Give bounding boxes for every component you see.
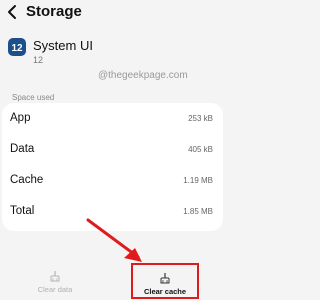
clear-cache-icon: [160, 273, 170, 284]
row-value: 253 kB: [188, 114, 213, 123]
app-logo-icon: 12: [11, 43, 23, 54]
storage-row-app: App 253 kB: [2, 106, 223, 133]
row-label: Cache: [10, 174, 44, 186]
back-arrow-icon[interactable]: [6, 4, 20, 20]
row-value: 1.19 MB: [183, 176, 213, 185]
storage-row-cache: Cache 1.19 MB: [2, 168, 223, 195]
app-version: 12: [33, 55, 44, 65]
clear-cache-button[interactable]: Clear cache: [131, 263, 199, 299]
clear-cache-label: Clear cache: [143, 287, 187, 296]
row-label: Total: [10, 205, 35, 217]
clear-data-label: Clear data: [37, 285, 73, 294]
storage-card: App 253 kB Data 405 kB Cache 1.19 MB Tot…: [2, 103, 223, 231]
clear-data-icon: [50, 271, 60, 282]
page-title: Storage: [26, 3, 82, 20]
app-name: System UI: [33, 38, 93, 53]
watermark: @thegeekpage.com: [98, 70, 188, 81]
row-value: 1.85 MB: [183, 207, 213, 216]
row-value: 405 kB: [188, 145, 213, 154]
bottom-action-bar: Clear data Clear cache: [0, 262, 225, 300]
row-label: Data: [10, 143, 35, 155]
section-label-space-used: Space used: [12, 93, 55, 102]
storage-row-data: Data 405 kB: [2, 137, 223, 164]
storage-row-total: Total 1.85 MB: [2, 199, 223, 226]
top-bar: Storage: [0, 0, 225, 26]
clear-data-button[interactable]: Clear data: [15, 262, 95, 300]
system-ui-app-icon: 12: [8, 38, 26, 56]
svg-text:12: 12: [11, 43, 23, 54]
row-label: App: [10, 112, 31, 124]
